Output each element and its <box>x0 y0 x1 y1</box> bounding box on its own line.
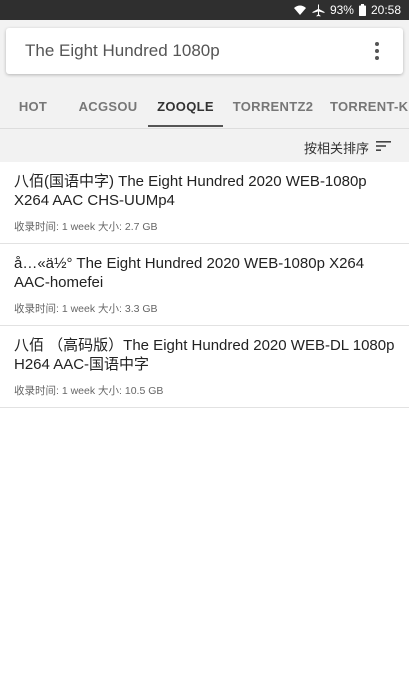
results-list: 八佰(国语中字) The Eight Hundred 2020 WEB-1080… <box>0 162 409 408</box>
sort-icon[interactable] <box>376 139 391 157</box>
app-header: The Eight Hundred 1080p HOT ACGSOU ZOOQL… <box>0 20 409 128</box>
wifi-icon <box>293 4 307 16</box>
sort-bar: 按相关排序 <box>0 128 409 162</box>
result-meta: 收录时间: 1 week 大小: 3.3 GB <box>14 303 158 315</box>
search-bar[interactable]: The Eight Hundred 1080p <box>6 28 403 74</box>
active-tab-indicator <box>148 125 223 127</box>
battery-percent: 93% <box>329 3 354 17</box>
search-query[interactable]: The Eight Hundred 1080p <box>25 41 220 61</box>
result-meta: 收录时间: 1 week 大小: 2.7 GB <box>14 221 158 233</box>
list-item[interactable]: 八佰(国语中字) The Eight Hundred 2020 WEB-1080… <box>0 162 409 244</box>
list-item[interactable]: å…«ä½° The Eight Hundred 2020 WEB-1080p … <box>0 244 409 326</box>
tab-acgsou[interactable]: ACGSOU <box>72 84 144 128</box>
clock: 20:58 <box>370 3 401 17</box>
more-vert-icon[interactable] <box>365 38 389 64</box>
tab-torrent-ki[interactable]: TORRENT-KI <box>330 84 409 128</box>
source-tabs: HOT ACGSOU ZOOQLE TORRENTZ2 TORRENT-KI <box>0 84 409 128</box>
result-title: å…«ä½° The Eight Hundred 2020 WEB-1080p … <box>14 255 365 291</box>
result-title: 八佰(国语中字) The Eight Hundred 2020 WEB-1080… <box>14 173 367 209</box>
tab-torrentz2[interactable]: TORRENTZ2 <box>228 84 318 128</box>
battery-icon <box>358 4 366 16</box>
tab-zooqle[interactable]: ZOOQLE <box>148 84 223 128</box>
airplane-icon <box>312 4 325 17</box>
result-meta: 收录时间: 1 week 大小: 10.5 GB <box>14 385 164 397</box>
result-title: 八佰 （高码版）The Eight Hundred 2020 WEB-DL 10… <box>14 337 395 373</box>
list-item[interactable]: 八佰 （高码版）The Eight Hundred 2020 WEB-DL 10… <box>0 326 409 408</box>
tab-hot[interactable]: HOT <box>8 84 58 128</box>
sort-label[interactable]: 按相关排序 <box>304 138 369 157</box>
status-bar: 93% 20:58 <box>0 0 409 20</box>
